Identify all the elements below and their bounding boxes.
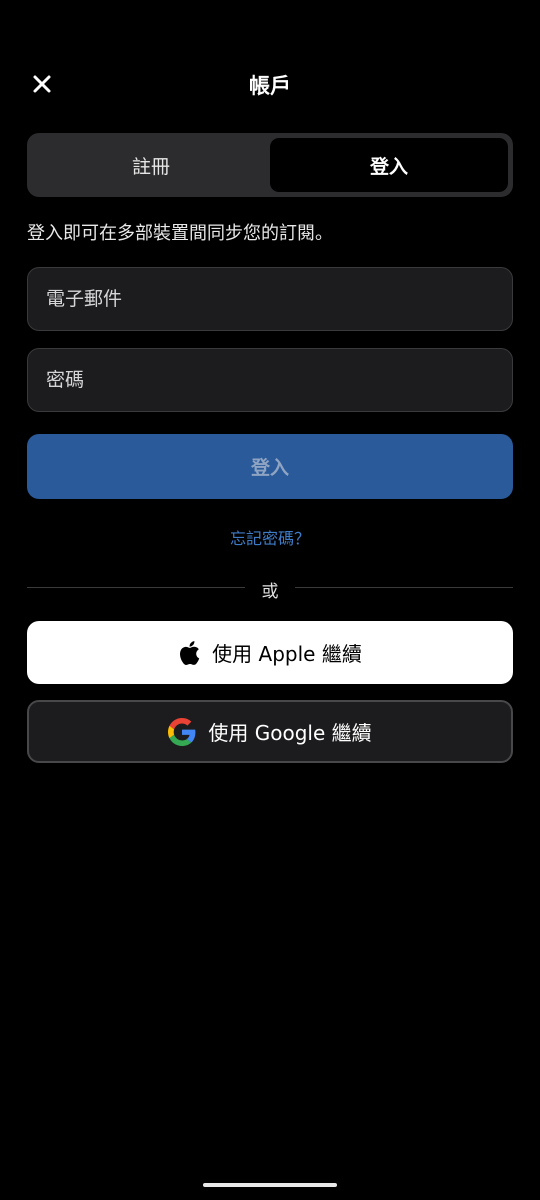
forgot-password-link[interactable]: 忘記密碼？ xyxy=(0,525,540,549)
home-indicator xyxy=(203,1183,337,1187)
divider-line-right xyxy=(295,587,513,588)
email-field[interactable] xyxy=(27,267,513,331)
auth-mode-tabs: 註冊 登入 xyxy=(27,133,513,197)
top-bar: 帳戶 xyxy=(0,56,540,116)
divider-line-left xyxy=(27,587,245,588)
divider-or-text: 或 xyxy=(261,582,279,602)
google-sign-in-label: 使用 Google 繼續 xyxy=(208,721,372,745)
tab-register[interactable]: 註冊 xyxy=(32,138,270,192)
apple-sign-in-label: 使用 Apple 繼續 xyxy=(212,642,362,666)
google-sign-in-button[interactable]: 使用 Google 繼續 xyxy=(27,700,513,763)
password-field[interactable] xyxy=(27,348,513,412)
apple-icon xyxy=(178,640,200,666)
page-title: 帳戶 xyxy=(249,74,291,98)
login-description: 登入即可在多部裝置間同步您的訂閱。 xyxy=(27,223,333,244)
tab-login[interactable]: 登入 xyxy=(270,138,508,192)
google-icon xyxy=(168,717,196,746)
login-button[interactable]: 登入 xyxy=(27,434,513,499)
apple-sign-in-button[interactable]: 使用 Apple 繼續 xyxy=(27,621,513,684)
